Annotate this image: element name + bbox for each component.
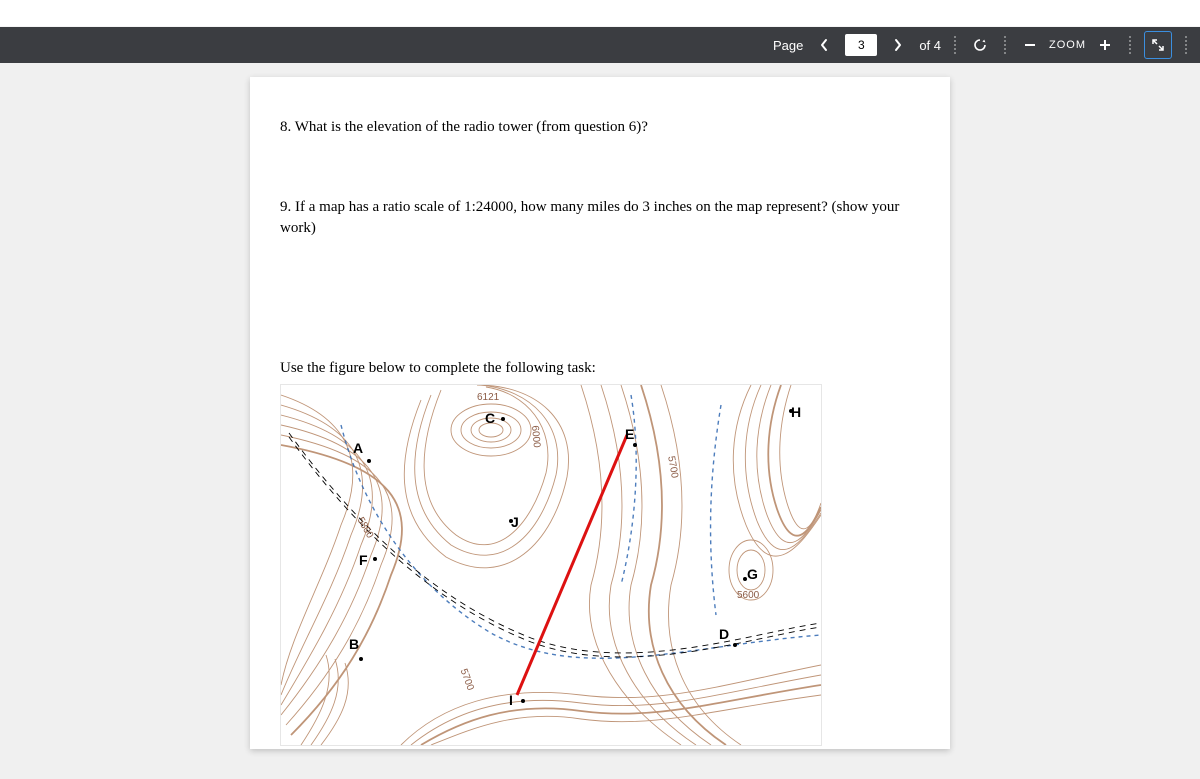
figure-instruction: Use the figure below to complete the fol… [280,358,920,378]
zoom-out-button[interactable] [1019,34,1041,56]
document-viewer[interactable]: 8. What is the elevation of the radio to… [0,63,1200,779]
elevation-6121: 6121 [477,391,499,405]
map-dot [367,459,371,463]
zoom-controls: ZOOM [1019,34,1116,56]
fullscreen-toggle-button[interactable] [1144,31,1172,59]
map-dot [789,409,793,413]
elevation-6000: 6000 [528,425,543,448]
map-point-I: I [509,691,513,710]
map-dot [733,643,737,647]
document-page: 8. What is the elevation of the radio to… [250,77,950,749]
map-point-H: H [791,403,801,422]
separator [1184,35,1188,55]
map-point-E: E [625,425,634,444]
elevation-5600: 5600 [737,589,759,603]
window-top-stripe [0,0,1200,27]
separator [1128,35,1132,55]
map-dot [501,417,505,421]
topographic-map-figure: A B C D E F G H I J 6121 5800 6000 [280,384,822,746]
page-label: Page [773,38,803,53]
map-point-B: B [349,635,359,654]
zoom-label: ZOOM [1049,39,1086,51]
reload-button[interactable] [969,34,991,56]
map-point-G: G [747,565,758,584]
map-point-A: A [353,439,363,458]
separator [953,35,957,55]
map-dot [521,699,525,703]
map-dot [743,577,747,581]
zoom-in-button[interactable] [1094,34,1116,56]
total-pages-label: of 4 [919,38,941,53]
next-page-button[interactable] [887,34,909,56]
map-point-D: D [719,625,729,644]
map-dot [633,443,637,447]
map-point-F: F [359,551,368,570]
question-9: 9. If a map has a ratio scale of 1:24000… [280,197,920,238]
map-dot [373,557,377,561]
map-dot [359,657,363,661]
pdf-toolbar: Page of 4 ZOOM [0,27,1200,63]
page-number-input[interactable] [845,34,877,56]
prev-page-button[interactable] [813,34,835,56]
map-dot [509,519,513,523]
question-8: 8. What is the elevation of the radio to… [280,117,920,137]
separator [1003,35,1007,55]
map-point-C: C [485,409,495,428]
